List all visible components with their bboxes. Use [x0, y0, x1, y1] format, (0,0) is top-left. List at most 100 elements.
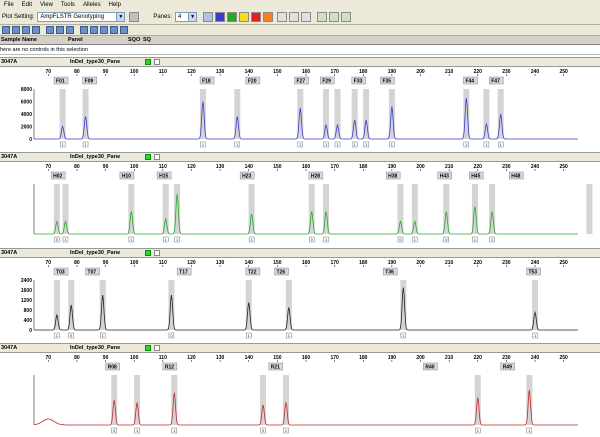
allele-call-label: 1 — [337, 143, 339, 147]
allele-call-label: 1 — [500, 143, 502, 147]
marker-label: F33 — [354, 79, 363, 85]
menu-view[interactable]: View — [36, 2, 57, 8]
full-view-icon[interactable] — [22, 26, 30, 34]
column-sqo[interactable]: SQO — [128, 37, 140, 43]
flag-box[interactable] — [154, 250, 160, 256]
allele-call-label: 0 — [445, 238, 447, 242]
y-tick-label: 8000 — [21, 87, 32, 93]
export-icon[interactable] — [341, 11, 352, 22]
all-dyes-icon[interactable] — [203, 11, 214, 22]
menu-edit[interactable]: Edit — [18, 2, 36, 8]
y-tick-label: 800 — [24, 308, 33, 314]
overlay-icon[interactable] — [277, 11, 288, 22]
column-sq[interactable]: SQ — [143, 37, 151, 43]
allele-call-label: 0 — [400, 238, 402, 242]
trace-line — [34, 97, 578, 140]
chart-icon[interactable] — [317, 11, 328, 22]
bin — [532, 280, 539, 330]
chevron-down-icon[interactable]: ▼ — [116, 12, 125, 21]
plot-setting-label: Plot Setting: — [2, 13, 35, 20]
filter-icon[interactable] — [110, 26, 118, 34]
plot-settings-icon[interactable] — [129, 11, 140, 22]
allele-call-label: 0 — [70, 334, 72, 338]
green-dye-button[interactable] — [227, 11, 238, 22]
bin — [397, 184, 404, 234]
allele-call-label: 0 — [170, 334, 172, 338]
plot-setting-select[interactable]: AmpFLSTR Genotyping ▼ — [37, 11, 126, 22]
flag-box[interactable] — [154, 345, 160, 351]
sample-table-header: Sample Name Panel SQO SQ — [0, 36, 600, 45]
zoom-out-icon[interactable] — [12, 26, 20, 34]
flag-box[interactable] — [154, 59, 160, 65]
marker-label: H38 — [388, 174, 397, 180]
allele-call-label: 1 — [365, 143, 367, 147]
info-icon[interactable] — [120, 26, 128, 34]
pane-4: 3047A InDel_type30_Pane 70 80 90 100 110 120 130… — [0, 343, 600, 437]
pan-icon[interactable] — [32, 26, 40, 34]
electropherogram-plot[interactable]: 70 80 90 100 110 120 130 140 150 160 170 180 190 200 2… — [0, 258, 600, 342]
blue-dye-button[interactable] — [215, 11, 226, 22]
allele-call-label: 1 — [325, 143, 327, 147]
allele-call-label: 1 — [491, 238, 493, 242]
column-sample-name[interactable]: Sample Name — [1, 37, 37, 43]
bin — [411, 184, 418, 234]
menu-help[interactable]: Help — [105, 2, 125, 8]
status-ok-icon — [145, 154, 151, 160]
marker-label: T26 — [277, 270, 286, 276]
chevron-down-icon[interactable]: ▼ — [188, 12, 197, 21]
alleles-icon[interactable] — [66, 26, 74, 34]
y-tick-label: 1200 — [21, 298, 32, 304]
y-tick-label: 400 — [24, 318, 33, 324]
marker-label: F44 — [465, 79, 474, 85]
column-panel[interactable]: Panel — [68, 37, 83, 43]
bin — [323, 89, 330, 139]
allele-call-label: 1 — [354, 143, 356, 147]
report-icon[interactable] — [301, 11, 312, 22]
pane-header: 3047A InDel_type30_Pane — [0, 343, 600, 353]
marker-label: F35 — [382, 79, 391, 85]
bins-icon[interactable] — [46, 26, 54, 34]
electropherogram-plot[interactable]: 70 80 90 100 110 120 130 140 150 160 170 180 190 200 2… — [0, 353, 600, 437]
print-icon[interactable] — [329, 11, 340, 22]
pane-panel-name: InDel_type30_Pane — [70, 345, 121, 351]
table-icon[interactable] — [289, 11, 300, 22]
marker-label: T53 — [528, 270, 537, 276]
red-dye-button[interactable] — [251, 11, 262, 22]
electropherogram-plot[interactable]: 70 80 90 100 110 120 130 140 150 160 170 180 190 200 2… — [0, 162, 600, 246]
allele-call-label: 1 — [528, 429, 530, 433]
flag-box[interactable] — [154, 154, 160, 160]
labels-icon[interactable] — [56, 26, 64, 34]
status-icon[interactable] — [100, 26, 108, 34]
allele-call-label: 1 — [251, 238, 253, 242]
sizing-icon[interactable] — [90, 26, 98, 34]
marker-label: R08 — [108, 365, 117, 371]
allele-call-label: 1 — [62, 143, 64, 147]
marker-label: H43 — [440, 174, 449, 180]
menu-file[interactable]: File — [0, 2, 18, 8]
panes-select[interactable]: 4 ▼ — [175, 11, 198, 22]
menu-tools[interactable]: Tools — [57, 2, 79, 8]
allele-call-label: 1 — [474, 238, 476, 242]
allele-call-label: 1 — [402, 334, 404, 338]
orange-dye-button[interactable] — [263, 11, 274, 22]
peaks-icon[interactable] — [80, 26, 88, 34]
pane-panel-name: InDel_type30_Pane — [70, 250, 121, 256]
yellow-dye-button[interactable] — [239, 11, 250, 22]
allele-call-label: 0 — [262, 429, 264, 433]
electropherogram-plot[interactable]: 70 80 90 100 110 120 130 140 150 160 170 180 190 200 2… — [0, 67, 600, 151]
bin — [62, 184, 69, 234]
allele-call-label: 1 — [477, 429, 479, 433]
menu-alleles[interactable]: Alleles — [79, 2, 105, 8]
pane-3: 3047A InDel_type30_Pane 70 80 90 100 110 120 130… — [0, 248, 600, 342]
allele-call-label: 1 — [325, 238, 327, 242]
zoom-in-icon[interactable] — [2, 26, 10, 34]
allele-call-label: 1 — [285, 429, 287, 433]
y-tick-label: 4000 — [21, 112, 32, 118]
bin — [586, 184, 593, 234]
allele-call-label: 1 — [65, 238, 67, 242]
allele-call-label: 1 — [85, 143, 87, 147]
y-tick-label: 0 — [29, 328, 32, 334]
marker-label: H45 — [471, 174, 480, 180]
allele-call-label: 0 — [56, 238, 58, 242]
allele-call-label: 1 — [102, 334, 104, 338]
